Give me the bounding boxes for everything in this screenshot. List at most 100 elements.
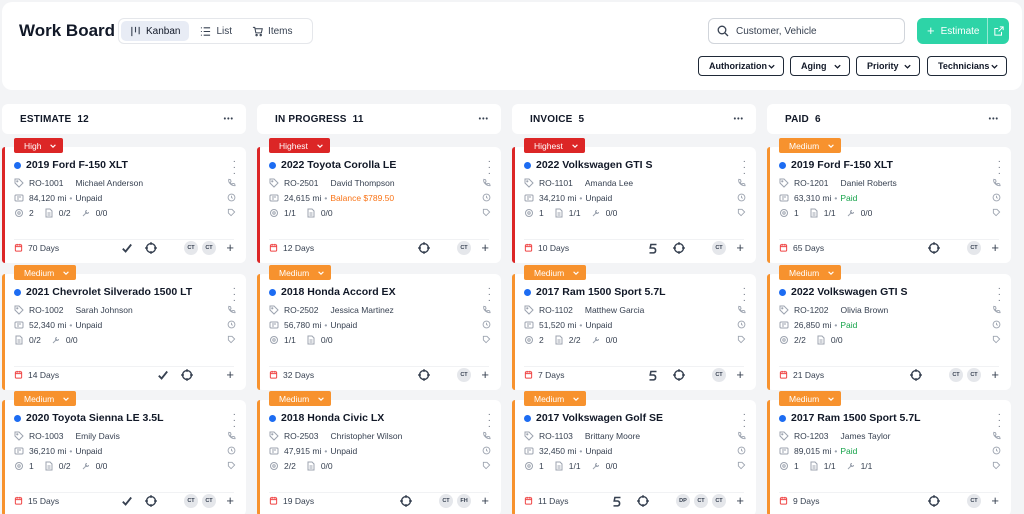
priority-badge[interactable]: Medium	[524, 265, 587, 280]
technician-avatar[interactable]: CT	[457, 241, 471, 255]
work-order-card[interactable]: Medium 2017 Ram 1500 Sport 5.7L · · · RO-1203…	[767, 391, 1011, 514]
vehicle-title[interactable]: 2019 Ford F-150 XLT	[14, 158, 234, 172]
customer-name[interactable]: James Taylor	[841, 431, 891, 441]
priority-badge[interactable]: High	[14, 138, 64, 153]
priority-badge[interactable]: Medium	[269, 265, 332, 280]
technician-avatar[interactable]: CT	[712, 368, 726, 382]
priority-badge[interactable]: Medium	[524, 391, 587, 406]
filter-priority[interactable]: Priority	[856, 56, 920, 76]
technician-avatar[interactable]: CT	[712, 241, 726, 255]
open-external-button[interactable]	[988, 26, 1009, 36]
vehicle-title[interactable]: 2017 Ram 1500 Sport 5.7L	[779, 411, 999, 425]
customer-name[interactable]: Olivia Brown	[841, 305, 889, 315]
vehicle-title[interactable]: 2020 Toyota Sienna LE 3.5L	[14, 411, 234, 425]
assign-target-icon[interactable]	[672, 241, 686, 255]
vehicle-title[interactable]: 2017 Ram 1500 Sport 5.7L	[524, 285, 744, 299]
new-estimate-button[interactable]: + Estimate	[917, 18, 987, 44]
work-order-card[interactable]: Medium 2022 Volkswagen GTI S · · · RO-1202 Oli…	[767, 265, 1011, 390]
tab-list[interactable]: List	[191, 21, 241, 41]
customer-name[interactable]: Emily Davis	[76, 431, 120, 441]
more-options-icon[interactable]: •••	[224, 116, 234, 123]
vehicle-title[interactable]: 2019 Ford F-150 XLT	[779, 158, 999, 172]
estimate-button[interactable]: + Estimate	[917, 18, 1009, 44]
vehicle-title[interactable]: 2022 Volkswagen GTI S	[779, 285, 999, 299]
customer-name[interactable]: Michael Anderson	[76, 178, 144, 188]
priority-badge[interactable]: Medium	[779, 265, 842, 280]
payment-s-icon[interactable]	[646, 241, 660, 255]
add-icon[interactable]: +	[991, 240, 999, 256]
work-order-card[interactable]: Medium 2017 Ram 1500 Sport 5.7L · · · RO-1102…	[512, 265, 756, 390]
payment-s-icon[interactable]	[610, 494, 624, 508]
search-box[interactable]	[708, 18, 905, 44]
more-options-icon[interactable]: •••	[734, 116, 744, 123]
priority-badge[interactable]: Medium	[269, 391, 332, 406]
technician-avatar[interactable]: CT	[202, 241, 216, 255]
more-options-icon[interactable]: •••	[479, 116, 489, 123]
vehicle-title[interactable]: 2022 Volkswagen GTI S	[524, 158, 744, 172]
filter-aging[interactable]: Aging	[790, 56, 850, 76]
customer-name[interactable]: Jessica Martinez	[331, 305, 394, 315]
assign-target-icon[interactable]	[399, 494, 413, 508]
tab-items[interactable]: Items	[243, 21, 301, 41]
add-icon[interactable]: +	[736, 240, 744, 256]
assign-target-icon[interactable]	[636, 494, 650, 508]
vehicle-title[interactable]: 2022 Toyota Corolla LE	[269, 158, 489, 172]
add-icon[interactable]: +	[991, 367, 999, 383]
check-icon[interactable]	[156, 368, 170, 382]
assign-target-icon[interactable]	[909, 368, 923, 382]
work-order-card[interactable]: Medium 2018 Honda Accord EX · · · RO-2502 Jess…	[257, 265, 501, 390]
work-order-card[interactable]: Medium 2018 Honda Civic LX · · · RO-2503 Chris…	[257, 391, 501, 514]
add-icon[interactable]: +	[736, 493, 744, 509]
technician-avatar[interactable]: CT	[967, 241, 981, 255]
technician-avatar[interactable]: CT	[457, 368, 471, 382]
work-order-card[interactable]: Highest 2022 Toyota Corolla LE · · · RO-2501 D…	[257, 138, 501, 263]
search-input[interactable]	[736, 25, 886, 37]
technician-avatar[interactable]: CT	[184, 494, 198, 508]
vehicle-title[interactable]: 2017 Volkswagen Golf SE	[524, 411, 744, 425]
assign-target-icon[interactable]	[417, 368, 431, 382]
customer-name[interactable]: David Thompson	[331, 178, 395, 188]
work-order-card[interactable]: Medium 2021 Chevrolet Silverado 1500 LT · ·…	[2, 265, 246, 390]
add-icon[interactable]: +	[226, 493, 234, 509]
technician-avatar[interactable]: CT	[694, 494, 708, 508]
customer-name[interactable]: Sarah Johnson	[76, 305, 133, 315]
check-icon[interactable]	[120, 241, 134, 255]
assign-target-icon[interactable]	[927, 241, 941, 255]
tab-kanban[interactable]: Kanban	[121, 21, 190, 41]
filter-technicians[interactable]: Technicians	[927, 56, 1007, 76]
add-icon[interactable]: +	[226, 240, 234, 256]
technician-avatar[interactable]: CT	[184, 241, 198, 255]
customer-name[interactable]: Amanda Lee	[585, 178, 633, 188]
priority-badge[interactable]: Medium	[14, 391, 77, 406]
add-icon[interactable]: +	[736, 367, 744, 383]
customer-name[interactable]: Matthew Garcia	[585, 305, 645, 315]
add-icon[interactable]: +	[226, 367, 234, 383]
payment-s-icon[interactable]	[646, 368, 660, 382]
filter-authorization[interactable]: Authorization	[698, 56, 784, 76]
vehicle-title[interactable]: 2018 Honda Accord EX	[269, 285, 489, 299]
work-order-card[interactable]: Highest 2022 Volkswagen GTI S · · · RO-1101 Am…	[512, 138, 756, 263]
assign-target-icon[interactable]	[144, 494, 158, 508]
technician-avatar[interactable]: CT	[949, 368, 963, 382]
add-icon[interactable]: +	[481, 493, 489, 509]
vehicle-title[interactable]: 2018 Honda Civic LX	[269, 411, 489, 425]
assign-target-icon[interactable]	[417, 241, 431, 255]
technician-avatar[interactable]: CT	[202, 494, 216, 508]
customer-name[interactable]: Daniel Roberts	[841, 178, 897, 188]
more-options-icon[interactable]: •••	[989, 116, 999, 123]
priority-badge[interactable]: Highest	[269, 138, 330, 153]
customer-name[interactable]: Christopher Wilson	[331, 431, 403, 441]
work-order-card[interactable]: Medium 2019 Ford F-150 XLT · · · RO-1201 Danie…	[767, 138, 1011, 263]
assign-target-icon[interactable]	[672, 368, 686, 382]
technician-avatar[interactable]: CT	[967, 368, 981, 382]
technician-avatar[interactable]: FH	[457, 494, 471, 508]
add-icon[interactable]: +	[991, 493, 999, 509]
assign-target-icon[interactable]	[180, 368, 194, 382]
priority-badge[interactable]: Medium	[14, 265, 77, 280]
priority-badge[interactable]: Medium	[779, 391, 842, 406]
technician-avatar[interactable]: CT	[439, 494, 453, 508]
customer-name[interactable]: Brittany Moore	[585, 431, 640, 441]
check-icon[interactable]	[120, 494, 134, 508]
add-icon[interactable]: +	[481, 367, 489, 383]
technician-avatar[interactable]: CT	[967, 494, 981, 508]
